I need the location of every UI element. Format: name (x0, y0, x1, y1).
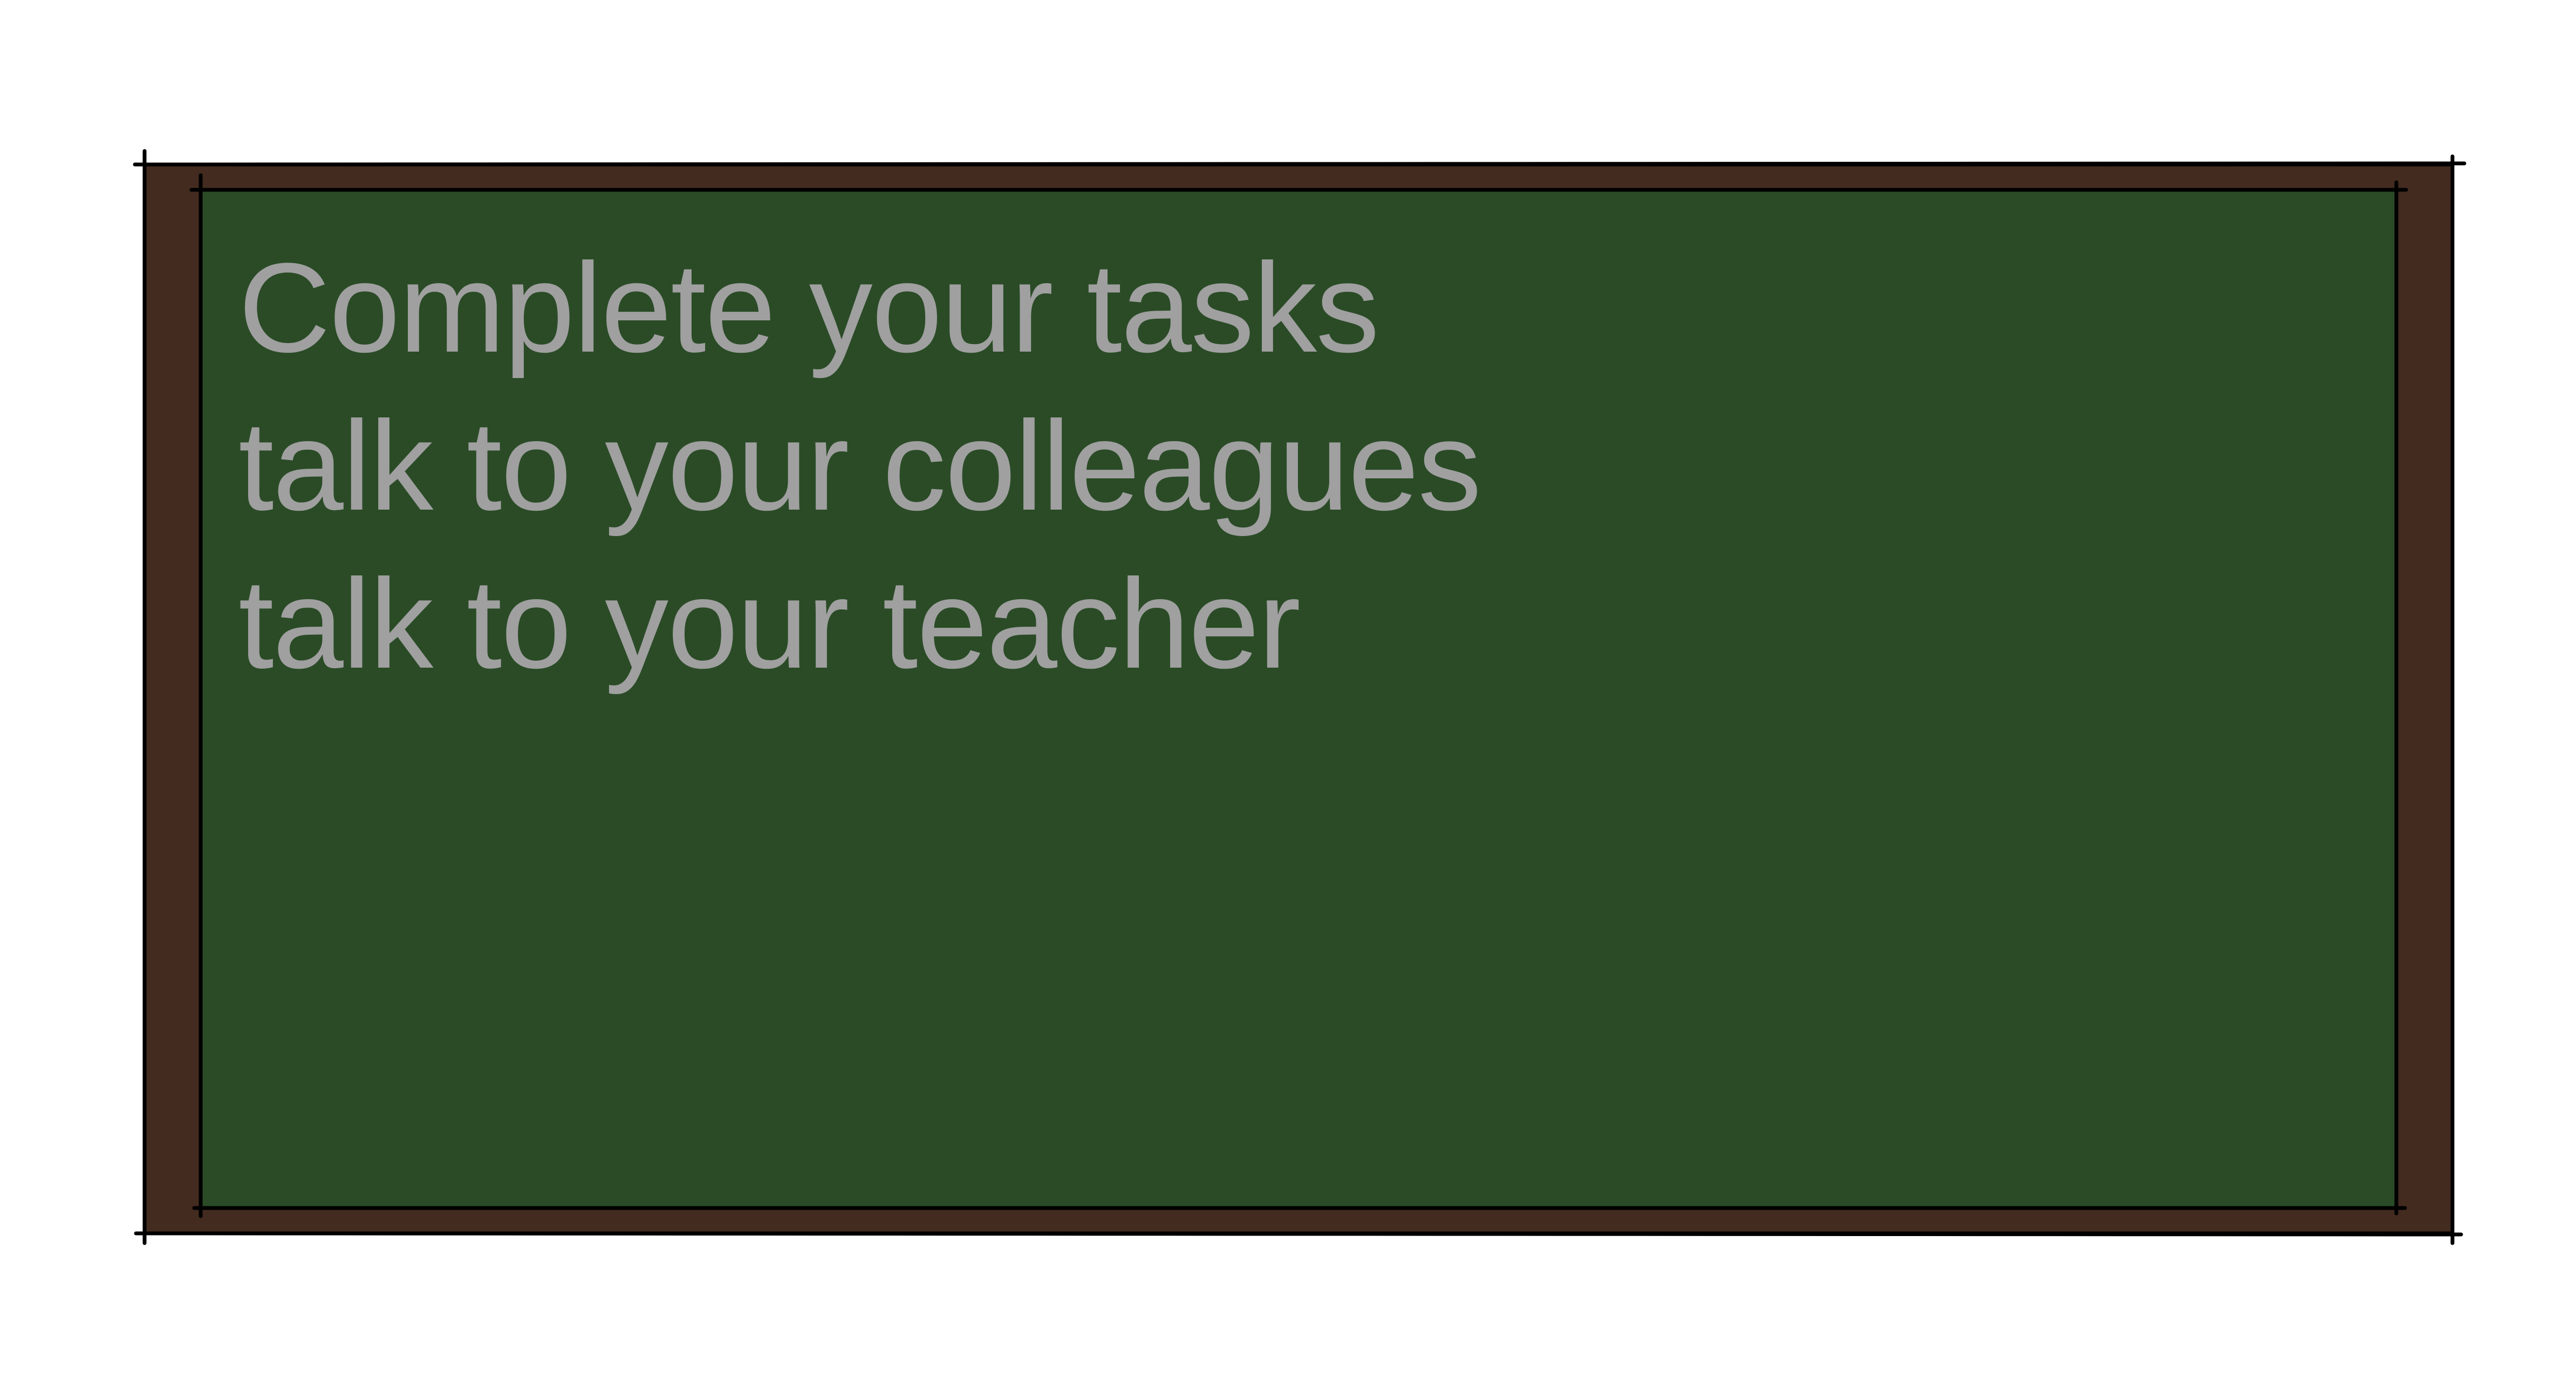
slide-canvas: Complete your tasks talk to your colleag… (0, 0, 2576, 1393)
board-line-3: talk to your teacher (238, 553, 1301, 695)
board-line-1: Complete your tasks (238, 237, 1379, 379)
chalkboard-text: Complete your tasks talk to your colleag… (238, 229, 1481, 703)
board-line-2: talk to your colleagues (238, 395, 1481, 537)
